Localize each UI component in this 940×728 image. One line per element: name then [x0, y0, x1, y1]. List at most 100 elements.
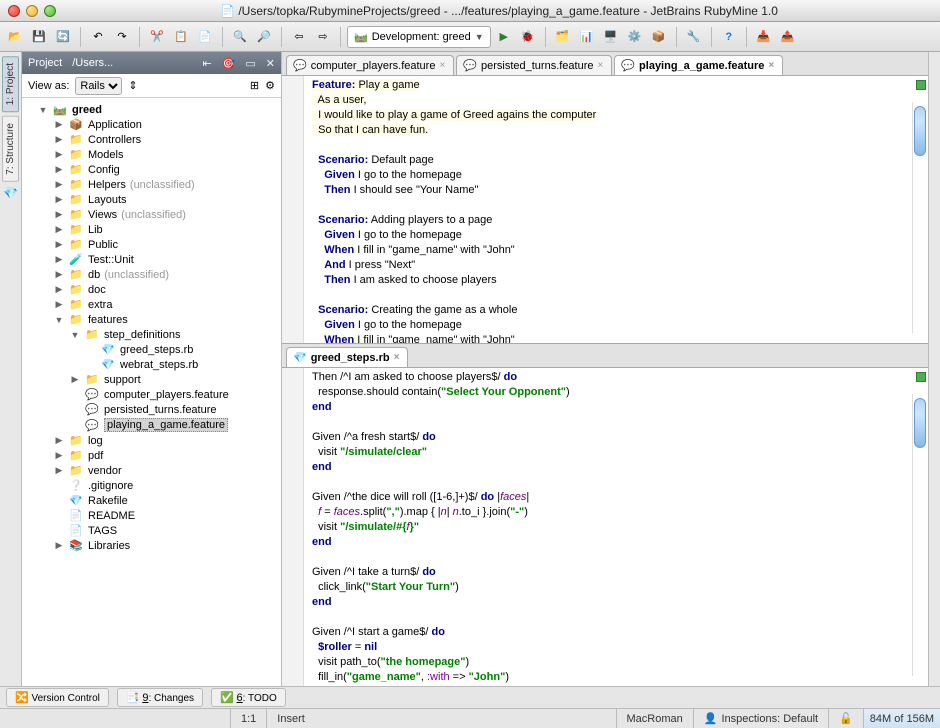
sync-button[interactable]: 🔄	[52, 26, 74, 48]
settings-button[interactable]: 🔧	[683, 26, 705, 48]
zoom-window-button[interactable]	[44, 5, 56, 17]
tree-item[interactable]: ▶📚Libraries	[54, 538, 281, 553]
tool-button-2[interactable]: 📊	[576, 26, 598, 48]
project-tool-tab[interactable]: 1: Project	[2, 56, 19, 112]
tool-button-1[interactable]: 🗂️	[552, 26, 574, 48]
tree-item[interactable]: ▶📁Config	[54, 162, 281, 177]
ruby-tool-icon[interactable]: 💎	[3, 186, 18, 200]
status-position[interactable]: 1:1	[230, 709, 266, 728]
replace-button[interactable]: 🔎	[253, 26, 275, 48]
editor-tab[interactable]: 💬persisted_turns.feature×	[456, 55, 612, 75]
tree-item[interactable]: ▶📁doc	[54, 282, 281, 297]
tool-button-5[interactable]: 📦	[648, 26, 670, 48]
close-tab-icon[interactable]: ×	[768, 60, 774, 71]
close-tab-icon[interactable]: ×	[598, 60, 604, 71]
status-message	[0, 709, 230, 728]
expand-all-icon[interactable]: ⊞	[250, 79, 259, 92]
status-lock-icon[interactable]: 🔓	[828, 709, 863, 728]
tree-step-definitions[interactable]: ▼📁step_definitions	[70, 327, 281, 342]
bottom-tool-tab[interactable]: 📑 9: Changes	[117, 688, 203, 707]
editor-tab[interactable]: 💬playing_a_game.feature×	[614, 55, 783, 75]
tree-item[interactable]: 📄README	[54, 508, 281, 523]
scroll-from-source-icon[interactable]: 🎯	[222, 57, 236, 70]
help-button[interactable]: ?	[718, 26, 740, 48]
editor-tab[interactable]: 💬computer_players.feature×	[286, 55, 454, 75]
tree-item[interactable]: ▶🧪Test::Unit	[54, 252, 281, 267]
run-config-selector[interactable]: 🛤️ Development: greed ▼	[347, 26, 491, 48]
scrollbar-thumb[interactable]	[914, 106, 926, 156]
project-tree[interactable]: ▼🛤️greed ▶📦Application▶📁Controllers▶📁Mod…	[22, 98, 281, 686]
view-as-up-down-icon[interactable]: ⇕	[128, 79, 137, 92]
bottom-tool-tab[interactable]: 🔀 Version Control	[6, 688, 109, 707]
settings-gear-icon[interactable]: ⚙	[265, 79, 275, 92]
vcs-button-2[interactable]: 📤	[777, 26, 799, 48]
tree-item[interactable]: ▶📁Helpers (unclassified)	[54, 177, 281, 192]
collapse-icon[interactable]: ⇤	[202, 57, 211, 70]
structure-tool-tab[interactable]: 7: Structure	[2, 116, 19, 182]
tree-item[interactable]: ❔.gitignore	[54, 478, 281, 493]
tree-support[interactable]: ▶📁support	[70, 372, 281, 387]
scrollbar-thumb[interactable]	[914, 398, 926, 448]
tree-item[interactable]: ▶📁Models	[54, 147, 281, 162]
tree-greed-steps[interactable]: 💎greed_steps.rb	[86, 342, 281, 357]
workbench: 1: Project 7: Structure 💎 Project /Users…	[0, 52, 940, 686]
status-insert-mode[interactable]: Insert	[266, 709, 615, 728]
tree-item[interactable]: ▶📁db (unclassified)	[54, 267, 281, 282]
close-tab-icon[interactable]: ×	[439, 60, 445, 71]
tree-item[interactable]: ▶📁log	[54, 433, 281, 448]
crumb-path[interactable]: /Users...	[72, 57, 113, 69]
minimize-window-button[interactable]	[26, 5, 38, 17]
tree-features[interactable]: ▼📁features	[54, 312, 281, 327]
view-as-selector[interactable]: Rails	[75, 77, 122, 95]
tree-item[interactable]: ▶📁Lib	[54, 222, 281, 237]
analysis-marker[interactable]	[916, 80, 926, 90]
copy-button[interactable]: 📋	[170, 26, 192, 48]
separator	[676, 27, 677, 47]
editor-tab[interactable]: 💎greed_steps.rb×	[286, 347, 408, 367]
tree-webrat-steps[interactable]: 💎webrat_steps.rb	[86, 357, 281, 372]
tree-feature-file[interactable]: 💬persisted_turns.feature	[70, 402, 281, 417]
vcs-button-1[interactable]: 📥	[753, 26, 775, 48]
forward-button[interactable]: ⇨	[312, 26, 334, 48]
tree-feature-file-selected[interactable]: 💬playing_a_game.feature	[70, 417, 281, 433]
close-tab-icon[interactable]: ×	[394, 352, 400, 363]
project-sidebar: Project /Users... ⇤ 🎯 ▭ ✕ View as: Rails…	[22, 52, 282, 686]
tree-item[interactable]: ▶📁Views (unclassified)	[54, 207, 281, 222]
cut-button[interactable]: ✂️	[146, 26, 168, 48]
tree-item[interactable]: 📄TAGS	[54, 523, 281, 538]
tree-item[interactable]: ▶📁Layouts	[54, 192, 281, 207]
status-encoding[interactable]: MacRoman	[616, 709, 693, 728]
back-button[interactable]: ⇦	[288, 26, 310, 48]
tree-item[interactable]: ▶📁pdf	[54, 448, 281, 463]
status-inspections[interactable]: 👤Inspections: Default	[693, 709, 828, 728]
save-all-button[interactable]: 💾	[28, 26, 50, 48]
tree-item[interactable]: ▶📁extra	[54, 297, 281, 312]
tree-root[interactable]: ▼🛤️greed	[38, 102, 281, 117]
paste-button[interactable]: 📄	[194, 26, 216, 48]
editor-bottom[interactable]: Then /^I am asked to choose players$/ do…	[282, 368, 928, 686]
undo-button[interactable]: ↶	[87, 26, 109, 48]
tree-feature-file[interactable]: 💬computer_players.feature	[70, 387, 281, 402]
tree-item[interactable]: ▶📁Public	[54, 237, 281, 252]
editor-top[interactable]: Feature: Play a game As a user, I would …	[282, 76, 928, 344]
status-memory[interactable]: 84M of 156M	[863, 709, 940, 728]
tool-button-4[interactable]: ⚙️	[624, 26, 646, 48]
analysis-marker[interactable]	[916, 372, 926, 382]
redo-button[interactable]: ↷	[111, 26, 133, 48]
debug-button[interactable]: 🐞	[517, 26, 539, 48]
file-icon: 💬	[293, 59, 307, 72]
hide-icon[interactable]: ✕	[266, 57, 275, 70]
tree-item[interactable]: ▶📁Controllers	[54, 132, 281, 147]
tree-item[interactable]: 💎Rakefile	[54, 493, 281, 508]
tree-item[interactable]: ▶📦Application	[54, 117, 281, 132]
minimize-icon[interactable]: ▭	[245, 57, 255, 70]
run-button[interactable]: ▶	[493, 26, 515, 48]
crumb-project[interactable]: Project	[28, 57, 62, 69]
tool-button-3[interactable]: 🖥️	[600, 26, 622, 48]
tree-item[interactable]: ▶📁vendor	[54, 463, 281, 478]
find-button[interactable]: 🔍	[229, 26, 251, 48]
open-button[interactable]: 📂	[4, 26, 26, 48]
separator	[545, 27, 546, 47]
bottom-tool-tab[interactable]: ✅ 6: TODO	[211, 688, 286, 707]
close-window-button[interactable]	[8, 5, 20, 17]
